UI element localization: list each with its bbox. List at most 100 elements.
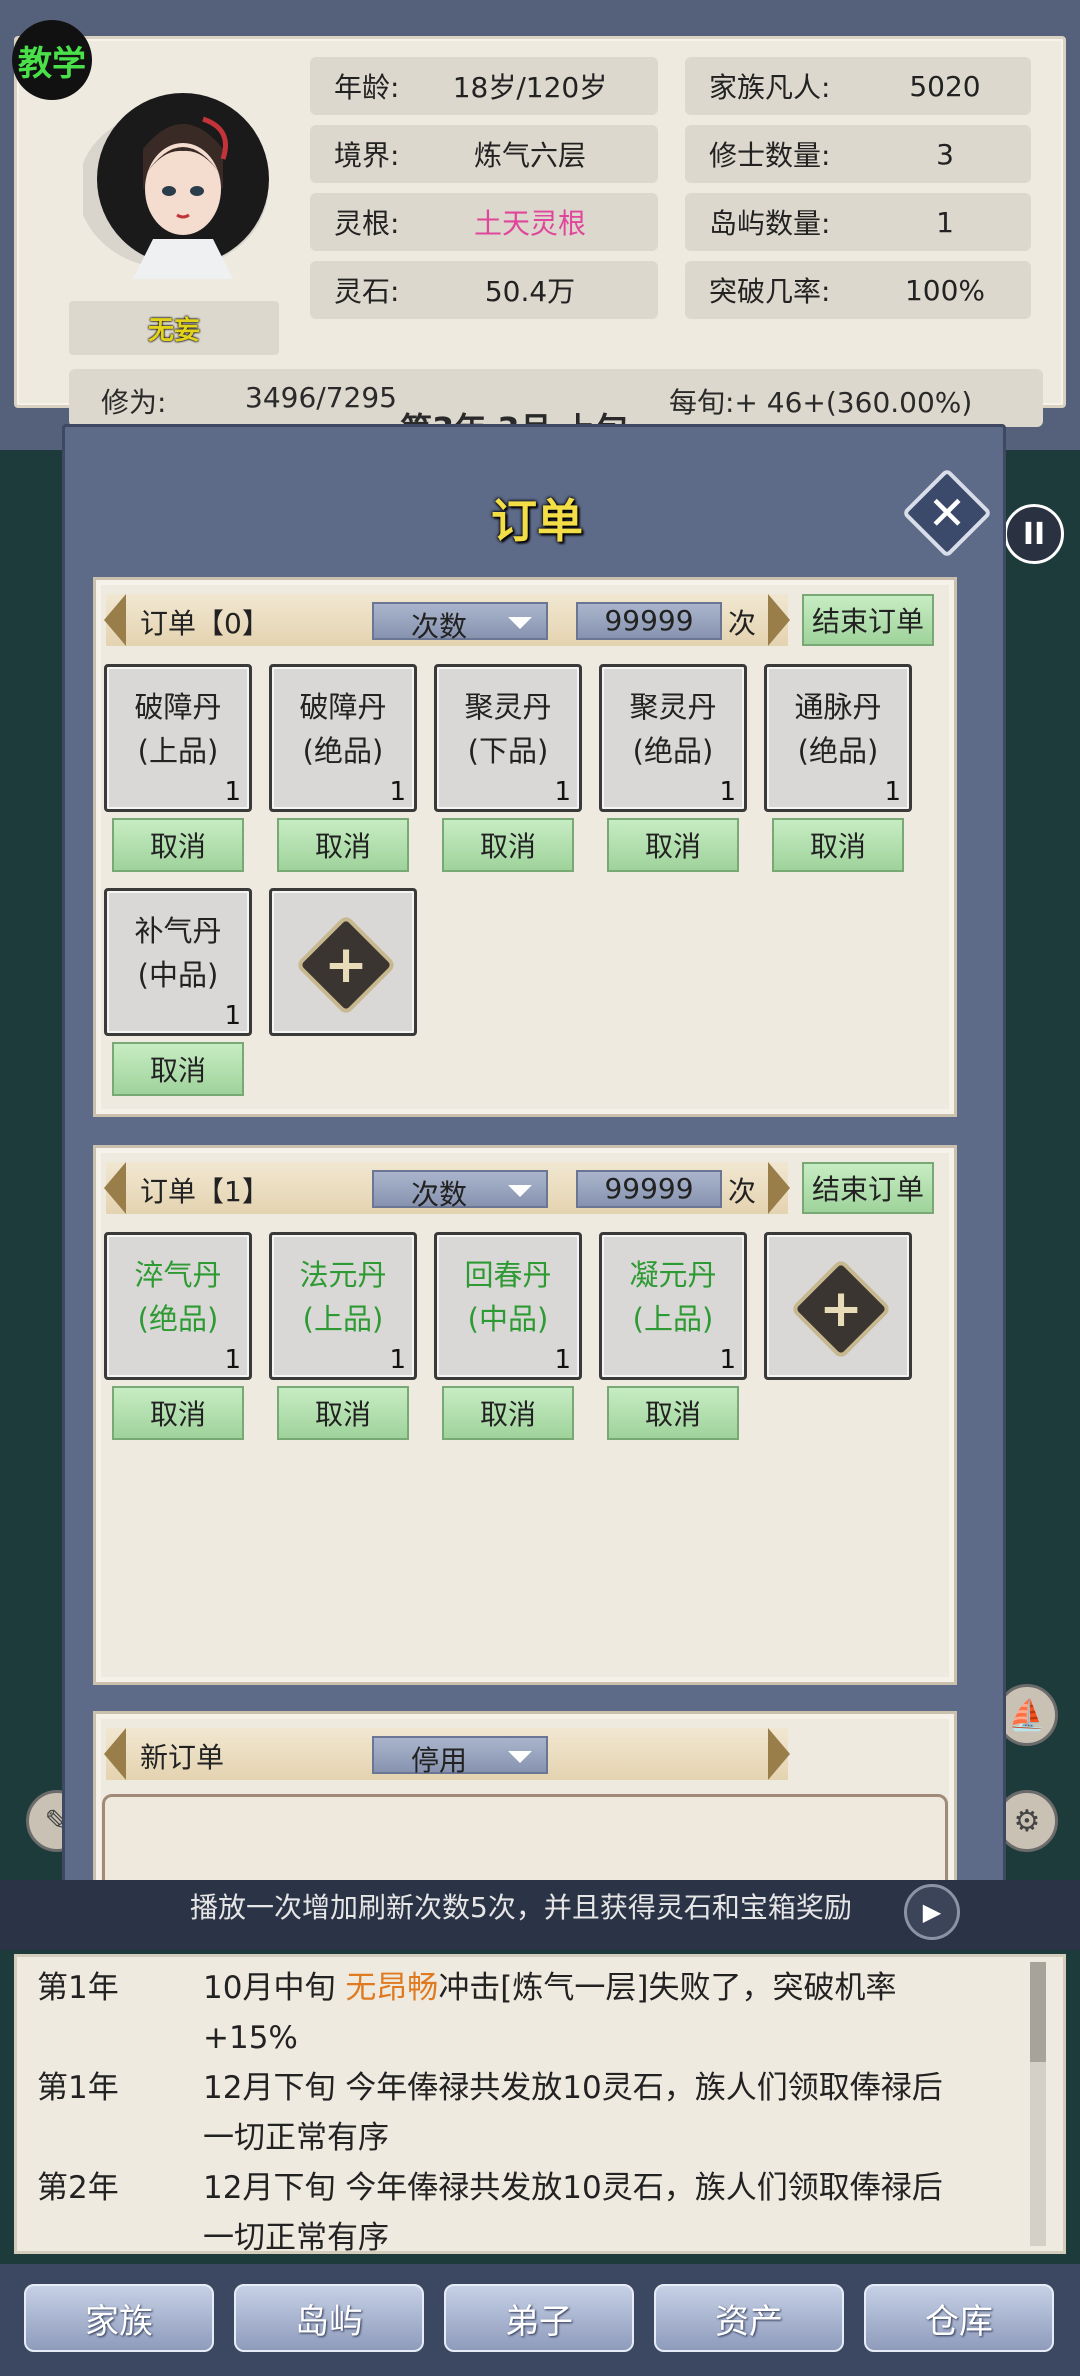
cancel-button[interactable]: 取消	[112, 818, 244, 872]
stat-islands: 岛屿数量: 1	[685, 193, 1031, 251]
realm-value: 炼气六层	[473, 139, 586, 172]
cancel-button[interactable]: 取消	[112, 1042, 244, 1096]
order-item-slot[interactable]: 聚灵丹 (绝品) 1	[599, 664, 747, 812]
log-entry: 第1年 12月下旬 今年俸禄共发放10灵石，族人们领取俸禄后 一切正常有序	[37, 2063, 1037, 2163]
mode-dropdown[interactable]: 次数	[372, 1170, 548, 1211]
status-panel: 无妄 年龄: 18岁/120岁 境界: 炼气六层 灵根: 土天灵根 灵石: 50…	[14, 36, 1066, 427]
end-order-button[interactable]: 结束订单	[802, 1162, 934, 1214]
root-value: 土天灵根	[473, 207, 586, 240]
cancel-button[interactable]: 取消	[277, 1386, 409, 1440]
item-name: 通脉丹 (绝品)	[794, 690, 882, 768]
order-item-slot[interactable]: 补气丹 (中品) 1	[104, 888, 252, 1036]
item-name: 破障丹 (上品)	[134, 690, 222, 768]
log-message: 10月中旬 无昂畅冲击[炼气一层]失败了，突破机率 +15%	[203, 1970, 897, 2056]
breakthrough-value: 100%	[904, 273, 986, 307]
plus-icon: +	[790, 1258, 892, 1360]
order-panel-1: 订单【1】 次数 99999 次 结束订单 淬气丹 (绝品) 1 取消 法元丹 (上…	[93, 1145, 957, 1685]
nav-islands[interactable]: 岛屿	[234, 2284, 424, 2352]
count-unit: 次	[728, 1175, 757, 1208]
item-qty: 1	[389, 777, 406, 807]
next-arrow-icon[interactable]	[768, 594, 790, 646]
log-year: 第1年	[37, 2070, 119, 2106]
stones-value: 50.4万	[484, 275, 576, 308]
next-arrow-icon[interactable]	[768, 1162, 790, 1214]
cancel-button[interactable]: 取消	[772, 818, 904, 872]
age-label: 年龄:	[334, 71, 400, 104]
log-message: 12月下旬 今年俸禄共发放10灵石，族人们领取俸禄后 一切正常有序	[203, 2070, 943, 2156]
cancel-button[interactable]: 取消	[112, 1386, 244, 1440]
item-qty: 1	[719, 1345, 736, 1375]
log-year: 第2年	[37, 2170, 119, 2206]
prev-arrow-icon[interactable]	[104, 594, 126, 646]
chevron-down-icon	[508, 1185, 532, 1197]
cancel-button[interactable]: 取消	[607, 818, 739, 872]
play-icon[interactable]: ▶	[904, 1884, 960, 1940]
end-order-button[interactable]: 结束订单	[802, 594, 934, 646]
nav-assets[interactable]: 资产	[654, 2284, 844, 2352]
cancel-button[interactable]: 取消	[442, 818, 574, 872]
cancel-button[interactable]: 取消	[607, 1386, 739, 1440]
per-period-gain: 每旬:+ 46+(360.00%)	[669, 386, 973, 419]
mortals-label: 家族凡人:	[709, 71, 831, 104]
log-message: 12月下旬 今年俸禄共发放10灵石，族人们领取俸禄后 一切正常有序	[203, 2170, 943, 2256]
cancel-button[interactable]: 取消	[277, 818, 409, 872]
item-name: 回春丹 (中品)	[464, 1258, 552, 1336]
stat-cultivators: 修士数量: 3	[685, 125, 1031, 183]
log-scroll-thumb[interactable]	[1030, 1962, 1046, 2062]
item-name: 补气丹 (中品)	[134, 914, 222, 992]
prev-arrow-icon[interactable]	[104, 1162, 126, 1214]
item-qty: 1	[224, 777, 241, 807]
stat-mortals: 家族凡人: 5020	[685, 57, 1031, 115]
item-qty: 1	[884, 777, 901, 807]
log-year: 第1年	[37, 1970, 119, 2006]
order-item-slot[interactable]: 法元丹 (上品) 1	[269, 1232, 417, 1380]
add-item-button[interactable]: +	[269, 888, 417, 1036]
log-entry: 第2年 12月下旬 今年俸禄共发放10灵石，族人们领取俸禄后 一切正常有序	[37, 2163, 1037, 2263]
item-name: 凝元丹 (上品)	[629, 1258, 717, 1336]
nav-disciples[interactable]: 弟子	[444, 2284, 634, 2352]
cancel-button[interactable]: 取消	[442, 1386, 574, 1440]
order-item-slot[interactable]: 通脉丹 (绝品) 1	[764, 664, 912, 812]
stat-root: 灵根: 土天灵根	[310, 193, 658, 251]
age-value: 18岁/120岁	[452, 71, 608, 104]
order-name: 新订单	[140, 1741, 225, 1774]
nav-warehouse[interactable]: 仓库	[864, 2284, 1054, 2352]
next-arrow-icon[interactable]	[768, 1728, 790, 1780]
item-qty: 1	[389, 1345, 406, 1375]
order-header: 订单【1】 次数 99999 次	[104, 1162, 790, 1214]
avatar[interactable]	[78, 79, 283, 279]
order-item-slot[interactable]: 破障丹 (上品) 1	[104, 664, 252, 812]
add-item-button[interactable]: +	[764, 1232, 912, 1380]
islands-value: 1	[936, 205, 954, 239]
stat-breakthrough: 突破几率: 100%	[685, 261, 1031, 319]
item-qty: 1	[224, 1001, 241, 1031]
order-item-slot[interactable]: 淬气丹 (绝品) 1	[104, 1232, 252, 1380]
item-qty: 1	[554, 777, 571, 807]
item-qty: 1	[719, 777, 736, 807]
event-log: 第1年 10月中旬 无昂畅冲击[炼气一层]失败了，突破机率 +15% 第1年 12…	[14, 1954, 1066, 2256]
order-item-slot[interactable]: 破障丹 (绝品) 1	[269, 664, 417, 812]
order-panel-0: 订单【0】 次数 99999 次 结束订单 破障丹 (上品) 1 取消 破障丹 (绝…	[93, 577, 957, 1117]
mode-dropdown[interactable]: 次数	[372, 602, 548, 643]
plus-icon: +	[295, 914, 397, 1016]
mode-dropdown[interactable]: 停用	[372, 1736, 548, 1777]
repeat-count-input[interactable]: 99999	[576, 602, 722, 640]
stat-realm: 境界: 炼气六层	[310, 125, 658, 183]
cultivation-value: 3496/7295	[245, 381, 397, 414]
item-name: 法元丹 (上品)	[299, 1258, 387, 1336]
pause-icon[interactable]: II	[1004, 504, 1064, 564]
chevron-down-icon	[508, 1751, 532, 1763]
item-qty: 1	[554, 1345, 571, 1375]
order-name: 订单【0】	[140, 607, 270, 640]
cultivators-value: 3	[936, 137, 954, 171]
repeat-count-input[interactable]: 99999	[576, 1170, 722, 1208]
cultivation-label: 修为:	[101, 386, 167, 419]
order-item-slot[interactable]: 凝元丹 (上品) 1	[599, 1232, 747, 1380]
nav-family[interactable]: 家族	[24, 2284, 214, 2352]
count-unit: 次	[728, 607, 757, 640]
prev-arrow-icon[interactable]	[104, 1728, 126, 1780]
mode-value: 停用	[410, 1744, 467, 1777]
order-item-slot[interactable]: 聚灵丹 (下品) 1	[434, 664, 582, 812]
tutorial-badge[interactable]: 教学	[12, 20, 92, 100]
order-item-slot[interactable]: 回春丹 (中品) 1	[434, 1232, 582, 1380]
